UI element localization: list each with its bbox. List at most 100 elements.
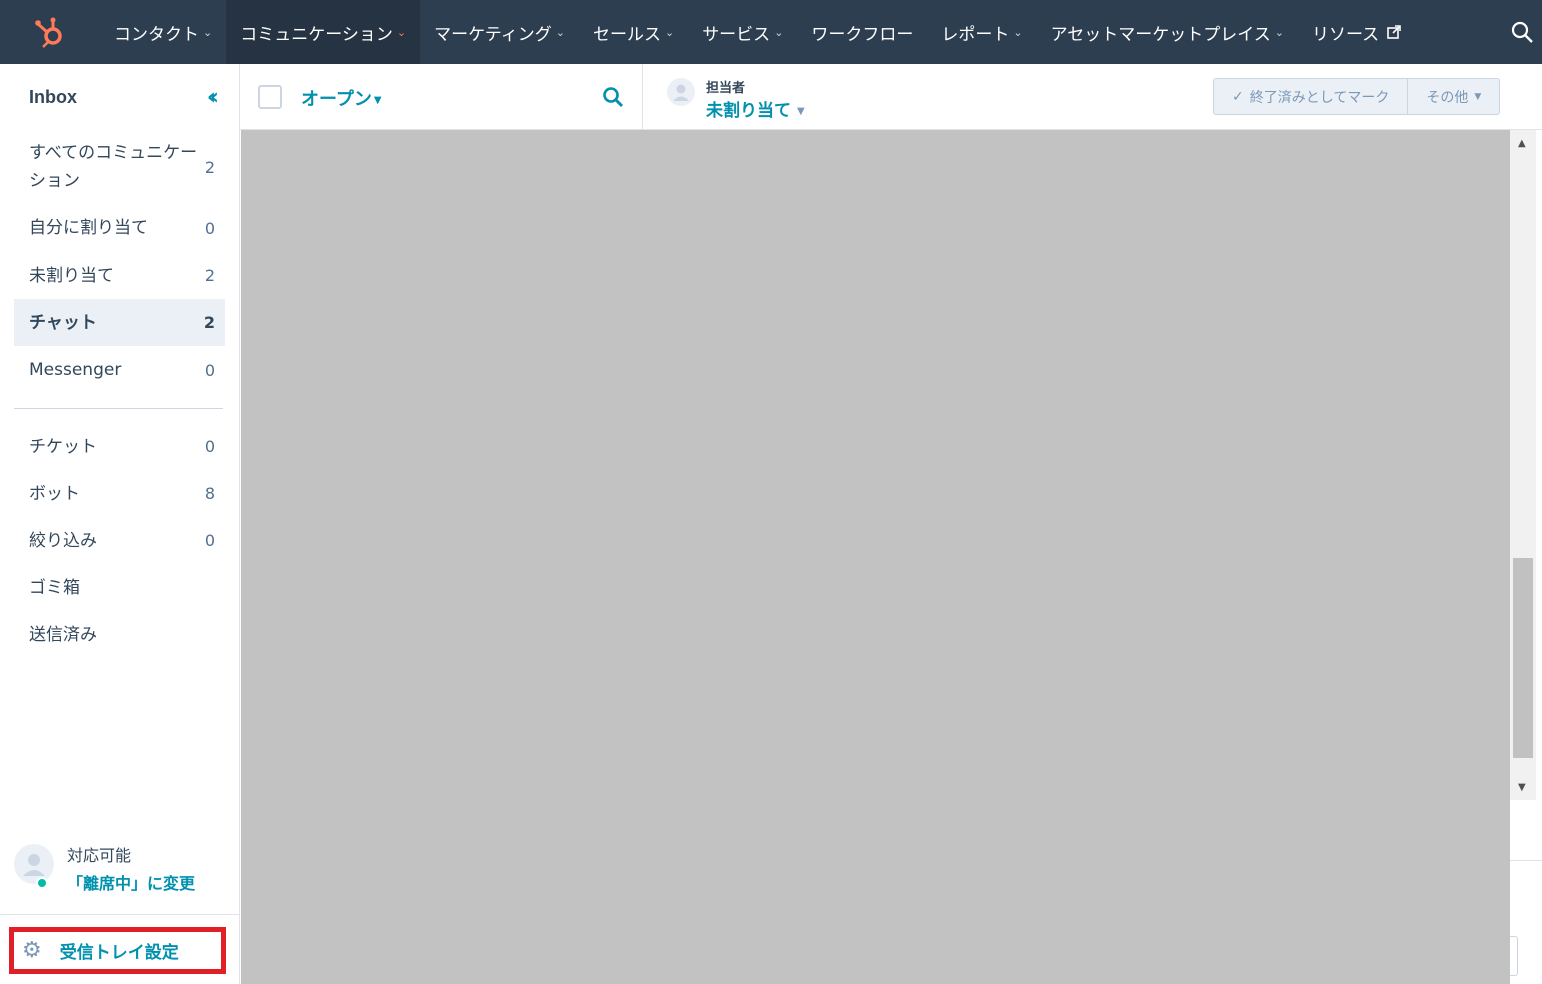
- gear-icon: ⚙: [22, 938, 42, 963]
- sidebar-item-count: 2: [203, 313, 215, 332]
- nav-sales-label: セールス: [592, 24, 661, 45]
- chevron-down-icon: ⌄: [203, 25, 213, 39]
- user-icon: [673, 84, 689, 101]
- sidebar-item-assigned-to-me[interactable]: 自分に割り当て 0: [14, 204, 225, 252]
- toolbar-divider: [642, 64, 643, 130]
- status-text: 対応可能 「離席中」に変更: [67, 842, 195, 898]
- more-actions-label: その他: [1426, 89, 1469, 106]
- sidebar-header: Inbox ‹‹: [0, 64, 239, 130]
- nav-reports-label: レポート: [941, 24, 1010, 45]
- nav-service[interactable]: サービス ⌄: [688, 0, 797, 64]
- search-icon[interactable]: [602, 86, 624, 108]
- vertical-scrollbar[interactable]: ▲ ▼: [1510, 130, 1536, 800]
- nav-communications-label: コミュニケーション: [240, 24, 393, 45]
- sidebar-item-count: 2: [204, 266, 215, 285]
- caret-down-icon: ▼: [797, 105, 805, 117]
- scroll-up-arrow-icon[interactable]: ▲: [1518, 138, 1526, 149]
- chevron-down-icon: ⌄: [774, 25, 784, 39]
- nav-reports[interactable]: レポート ⌄: [927, 0, 1036, 64]
- chevron-down-icon: ⌄: [664, 25, 675, 39]
- sidebar-divider: [14, 408, 223, 409]
- nav-resources-label: リソース: [1312, 24, 1380, 45]
- inbox-sidebar: Inbox ‹‹ すべてのコミュニケーション 2 自分に割り当て 0 未割り当て…: [0, 64, 240, 984]
- nav-marketing-label: マーケティング: [434, 24, 552, 45]
- owner-value: 未割り当て: [706, 101, 791, 121]
- search-icon[interactable]: [1510, 20, 1534, 44]
- sidebar-item-count: 0: [204, 360, 215, 380]
- status-filter-label: オープン: [301, 89, 372, 110]
- sidebar-item-label: Messenger: [29, 360, 122, 380]
- chevron-down-icon: ⌄: [396, 25, 407, 39]
- scrollbar-thumb[interactable]: [1513, 558, 1533, 758]
- nav-asset-marketplace[interactable]: アセットマーケットプレイス ⌄: [1037, 0, 1298, 64]
- online-status-dot: [36, 877, 48, 889]
- sidebar-item-count: 0: [204, 218, 215, 238]
- sidebar-list-secondary: チケット 0 ボット 8 絞り込み 0 ゴミ箱 送信済み: [0, 423, 239, 659]
- sidebar-item-count: 8: [204, 484, 215, 503]
- nav-service-label: サービス: [702, 24, 771, 45]
- mark-as-closed-label: 終了済みとしてマーク: [1249, 89, 1390, 106]
- nav-resources[interactable]: リソース: [1298, 0, 1415, 64]
- sidebar-item-all-communications[interactable]: すべてのコミュニケーション 2: [14, 130, 225, 204]
- owner-avatar: [667, 78, 695, 106]
- sidebar-item-label: ボット: [29, 483, 80, 504]
- sidebar-title: Inbox: [29, 86, 77, 107]
- top-navigation: コンタクト ⌄ コミュニケーション ⌄ マーケティング ⌄ セールス ⌄ サービス ⌄ ワ…: [0, 0, 1542, 64]
- hubspot-logo-icon[interactable]: [0, 0, 100, 64]
- chevron-down-icon: ⌄: [1013, 25, 1023, 39]
- avatar: [14, 844, 54, 889]
- status-label: 対応可能: [67, 846, 132, 865]
- nav-asset-marketplace-label: アセットマーケットプレイス: [1050, 24, 1271, 45]
- sidebar-item-label: ゴミ箱: [29, 577, 80, 598]
- nav-sales[interactable]: セールス ⌄: [579, 0, 688, 64]
- inbox-settings-label: 受信トレイ設定: [59, 943, 179, 963]
- inbox-settings-button[interactable]: ⚙ 受信トレイ設定: [9, 927, 226, 974]
- status-filter-dropdown[interactable]: オープン ▼: [301, 85, 382, 111]
- sidebar-item-trash[interactable]: ゴミ箱: [14, 564, 225, 611]
- sidebar-item-messenger[interactable]: Messenger 0: [14, 346, 225, 394]
- more-actions-button[interactable]: その他 ▼: [1407, 79, 1499, 114]
- nav-contacts[interactable]: コンタクト ⌄: [100, 0, 226, 64]
- nav-contacts-label: コンタクト: [114, 24, 199, 45]
- chevron-down-icon: ⌄: [555, 25, 565, 39]
- sidebar-item-label: チケット: [29, 436, 97, 457]
- scroll-down-arrow-icon[interactable]: ▼: [1518, 782, 1526, 793]
- sidebar-footer-divider: [0, 914, 239, 915]
- sidebar-item-sent[interactable]: 送信済み: [14, 611, 225, 659]
- sidebar-item-tickets[interactable]: チケット 0: [14, 423, 225, 470]
- action-button-group: ✓ 終了済みとしてマーク その他 ▼: [1213, 78, 1501, 115]
- caret-down-icon: ▼: [1474, 91, 1482, 102]
- sidebar-item-label: 未割り当て: [29, 265, 114, 286]
- sidebar-item-label: 自分に割り当て: [29, 218, 148, 238]
- collapse-sidebar-icon[interactable]: ‹‹: [207, 85, 219, 110]
- chevron-down-icon: ⌄: [1274, 25, 1284, 39]
- sidebar-list: すべてのコミュニケーション 2 自分に割り当て 0 未割り当て 2 チャット 2…: [0, 130, 239, 394]
- sidebar-item-label: すべてのコミュニケーション: [29, 143, 198, 191]
- select-all-checkbox[interactable]: [258, 85, 282, 109]
- sidebar-item-label: チャット: [29, 312, 97, 333]
- owner-dropdown[interactable]: 未割り当て ▼: [706, 96, 805, 121]
- checkmark-icon: ✓: [1232, 88, 1244, 105]
- sidebar-item-count: 2: [204, 157, 215, 177]
- sidebar-item-bots[interactable]: ボット 8: [14, 470, 225, 517]
- nav-workflow[interactable]: ワークフロー: [797, 0, 927, 64]
- nav-marketing[interactable]: マーケティング ⌄: [420, 0, 579, 64]
- owner-label: 担当者: [706, 81, 746, 96]
- user-icon: [23, 854, 45, 876]
- sidebar-item-label: 送信済み: [29, 625, 97, 645]
- right-panel-button-edge: [1510, 936, 1518, 976]
- caret-down-icon: ▼: [373, 94, 382, 106]
- change-status-link[interactable]: 「離席中」に変更: [67, 870, 195, 898]
- sidebar-item-count: 0: [204, 531, 215, 550]
- nav-workflow-label: ワークフロー: [811, 24, 914, 45]
- sidebar-item-chat[interactable]: チャット 2: [14, 299, 225, 346]
- right-panel-divider: [1510, 860, 1542, 861]
- sidebar-item-count: 0: [204, 437, 215, 456]
- sidebar-item-unassigned[interactable]: 未割り当て 2: [14, 252, 225, 299]
- mark-as-closed-button[interactable]: ✓ 終了済みとしてマーク: [1214, 79, 1407, 114]
- sidebar-item-filtered[interactable]: 絞り込み 0: [14, 517, 225, 564]
- conversation-toolbar: オープン ▼ 担当者 未割り当て ▼ ✓ 終了済みとしてマーク その他 ▼: [240, 64, 1542, 130]
- nav-communications[interactable]: コミュニケーション ⌄: [226, 0, 421, 64]
- conversation-content-area: [241, 130, 1510, 984]
- external-link-icon: [1387, 25, 1401, 39]
